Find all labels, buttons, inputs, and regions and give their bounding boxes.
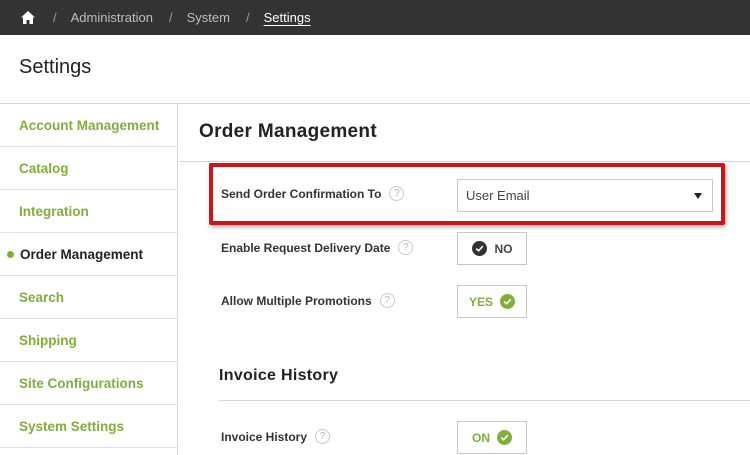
check-circle-icon: [497, 430, 512, 445]
sidebar-item-order-management[interactable]: Order Management: [0, 233, 177, 276]
sidebar-item-label: Search: [19, 289, 65, 305]
sidebar-item-shipping[interactable]: Shipping: [0, 319, 177, 362]
send-confirmation-label-text: Send Order Confirmation To: [221, 186, 382, 201]
breadcrumb-settings[interactable]: Settings: [264, 10, 311, 25]
breadcrumb-system[interactable]: System: [187, 10, 230, 25]
home-icon[interactable]: [19, 9, 37, 27]
send-confirmation-select[interactable]: User Email: [457, 179, 713, 212]
multiple-promotions-label: Allow Multiple Promotions ?: [221, 293, 395, 308]
breadcrumb-separator: /: [169, 10, 173, 25]
check-circle-icon: [471, 241, 487, 256]
invoice-history-toggle[interactable]: ON: [457, 421, 527, 454]
sidebar-item-search[interactable]: Search: [0, 276, 177, 319]
breadcrumb: / Administration / System / Settings: [0, 0, 750, 35]
sidebar-item-label: Integration: [19, 203, 89, 219]
sidebar-item-label: Account Management: [19, 117, 160, 133]
check-circle-icon: [500, 294, 515, 309]
page-title: Settings: [19, 56, 92, 78]
breadcrumb-separator: /: [245, 10, 250, 25]
invoice-history-label: Invoice History ?: [221, 429, 331, 444]
active-indicator-dot: [7, 251, 14, 258]
section-title-order-management: Order Management: [199, 121, 377, 142]
breadcrumb-administration[interactable]: Administration: [71, 10, 153, 25]
sidebar-item-site-configurations[interactable]: Site Configurations: [0, 362, 177, 405]
sidebar-item-label: Shipping: [19, 332, 77, 348]
chevron-down-icon: [694, 193, 702, 199]
help-icon[interactable]: ?: [398, 240, 414, 255]
invoice-history-state: ON: [472, 430, 490, 445]
main-divider: [179, 161, 750, 162]
help-icon[interactable]: ?: [389, 186, 405, 201]
sidebar-item-account-management[interactable]: Account Management: [0, 104, 177, 147]
request-delivery-date-label-text: Enable Request Delivery Date: [221, 240, 391, 255]
multiple-promotions-label-text: Allow Multiple Promotions: [221, 293, 372, 308]
settings-sidebar: Account Management Catalog Integration O…: [0, 104, 178, 455]
sidebar-item-label: Site Configurations: [19, 375, 144, 391]
sidebar-item-label: Catalog: [19, 160, 69, 176]
section-divider: [219, 400, 750, 401]
sidebar-item-label: System Settings: [19, 418, 125, 434]
help-icon[interactable]: ?: [315, 429, 331, 444]
sidebar-item-system-settings[interactable]: System Settings: [0, 405, 177, 448]
multiple-promotions-state: YES: [468, 294, 493, 309]
sidebar-item-integration[interactable]: Integration: [0, 190, 177, 233]
sidebar-item-label: Order Management: [20, 246, 144, 262]
send-confirmation-label: Send Order Confirmation To ?: [221, 186, 405, 201]
multiple-promotions-toggle[interactable]: YES: [457, 285, 527, 318]
request-delivery-date-label: Enable Request Delivery Date ?: [221, 240, 414, 255]
section-title-invoice-history: Invoice History: [219, 367, 339, 384]
invoice-history-label-text: Invoice History: [221, 429, 308, 444]
request-delivery-date-toggle[interactable]: NO: [457, 232, 527, 265]
sidebar-item-catalog[interactable]: Catalog: [0, 147, 177, 190]
request-delivery-date-state: NO: [494, 241, 513, 256]
breadcrumb-separator: /: [53, 10, 57, 25]
send-confirmation-value: User Email: [466, 188, 530, 203]
help-icon[interactable]: ?: [379, 293, 395, 308]
